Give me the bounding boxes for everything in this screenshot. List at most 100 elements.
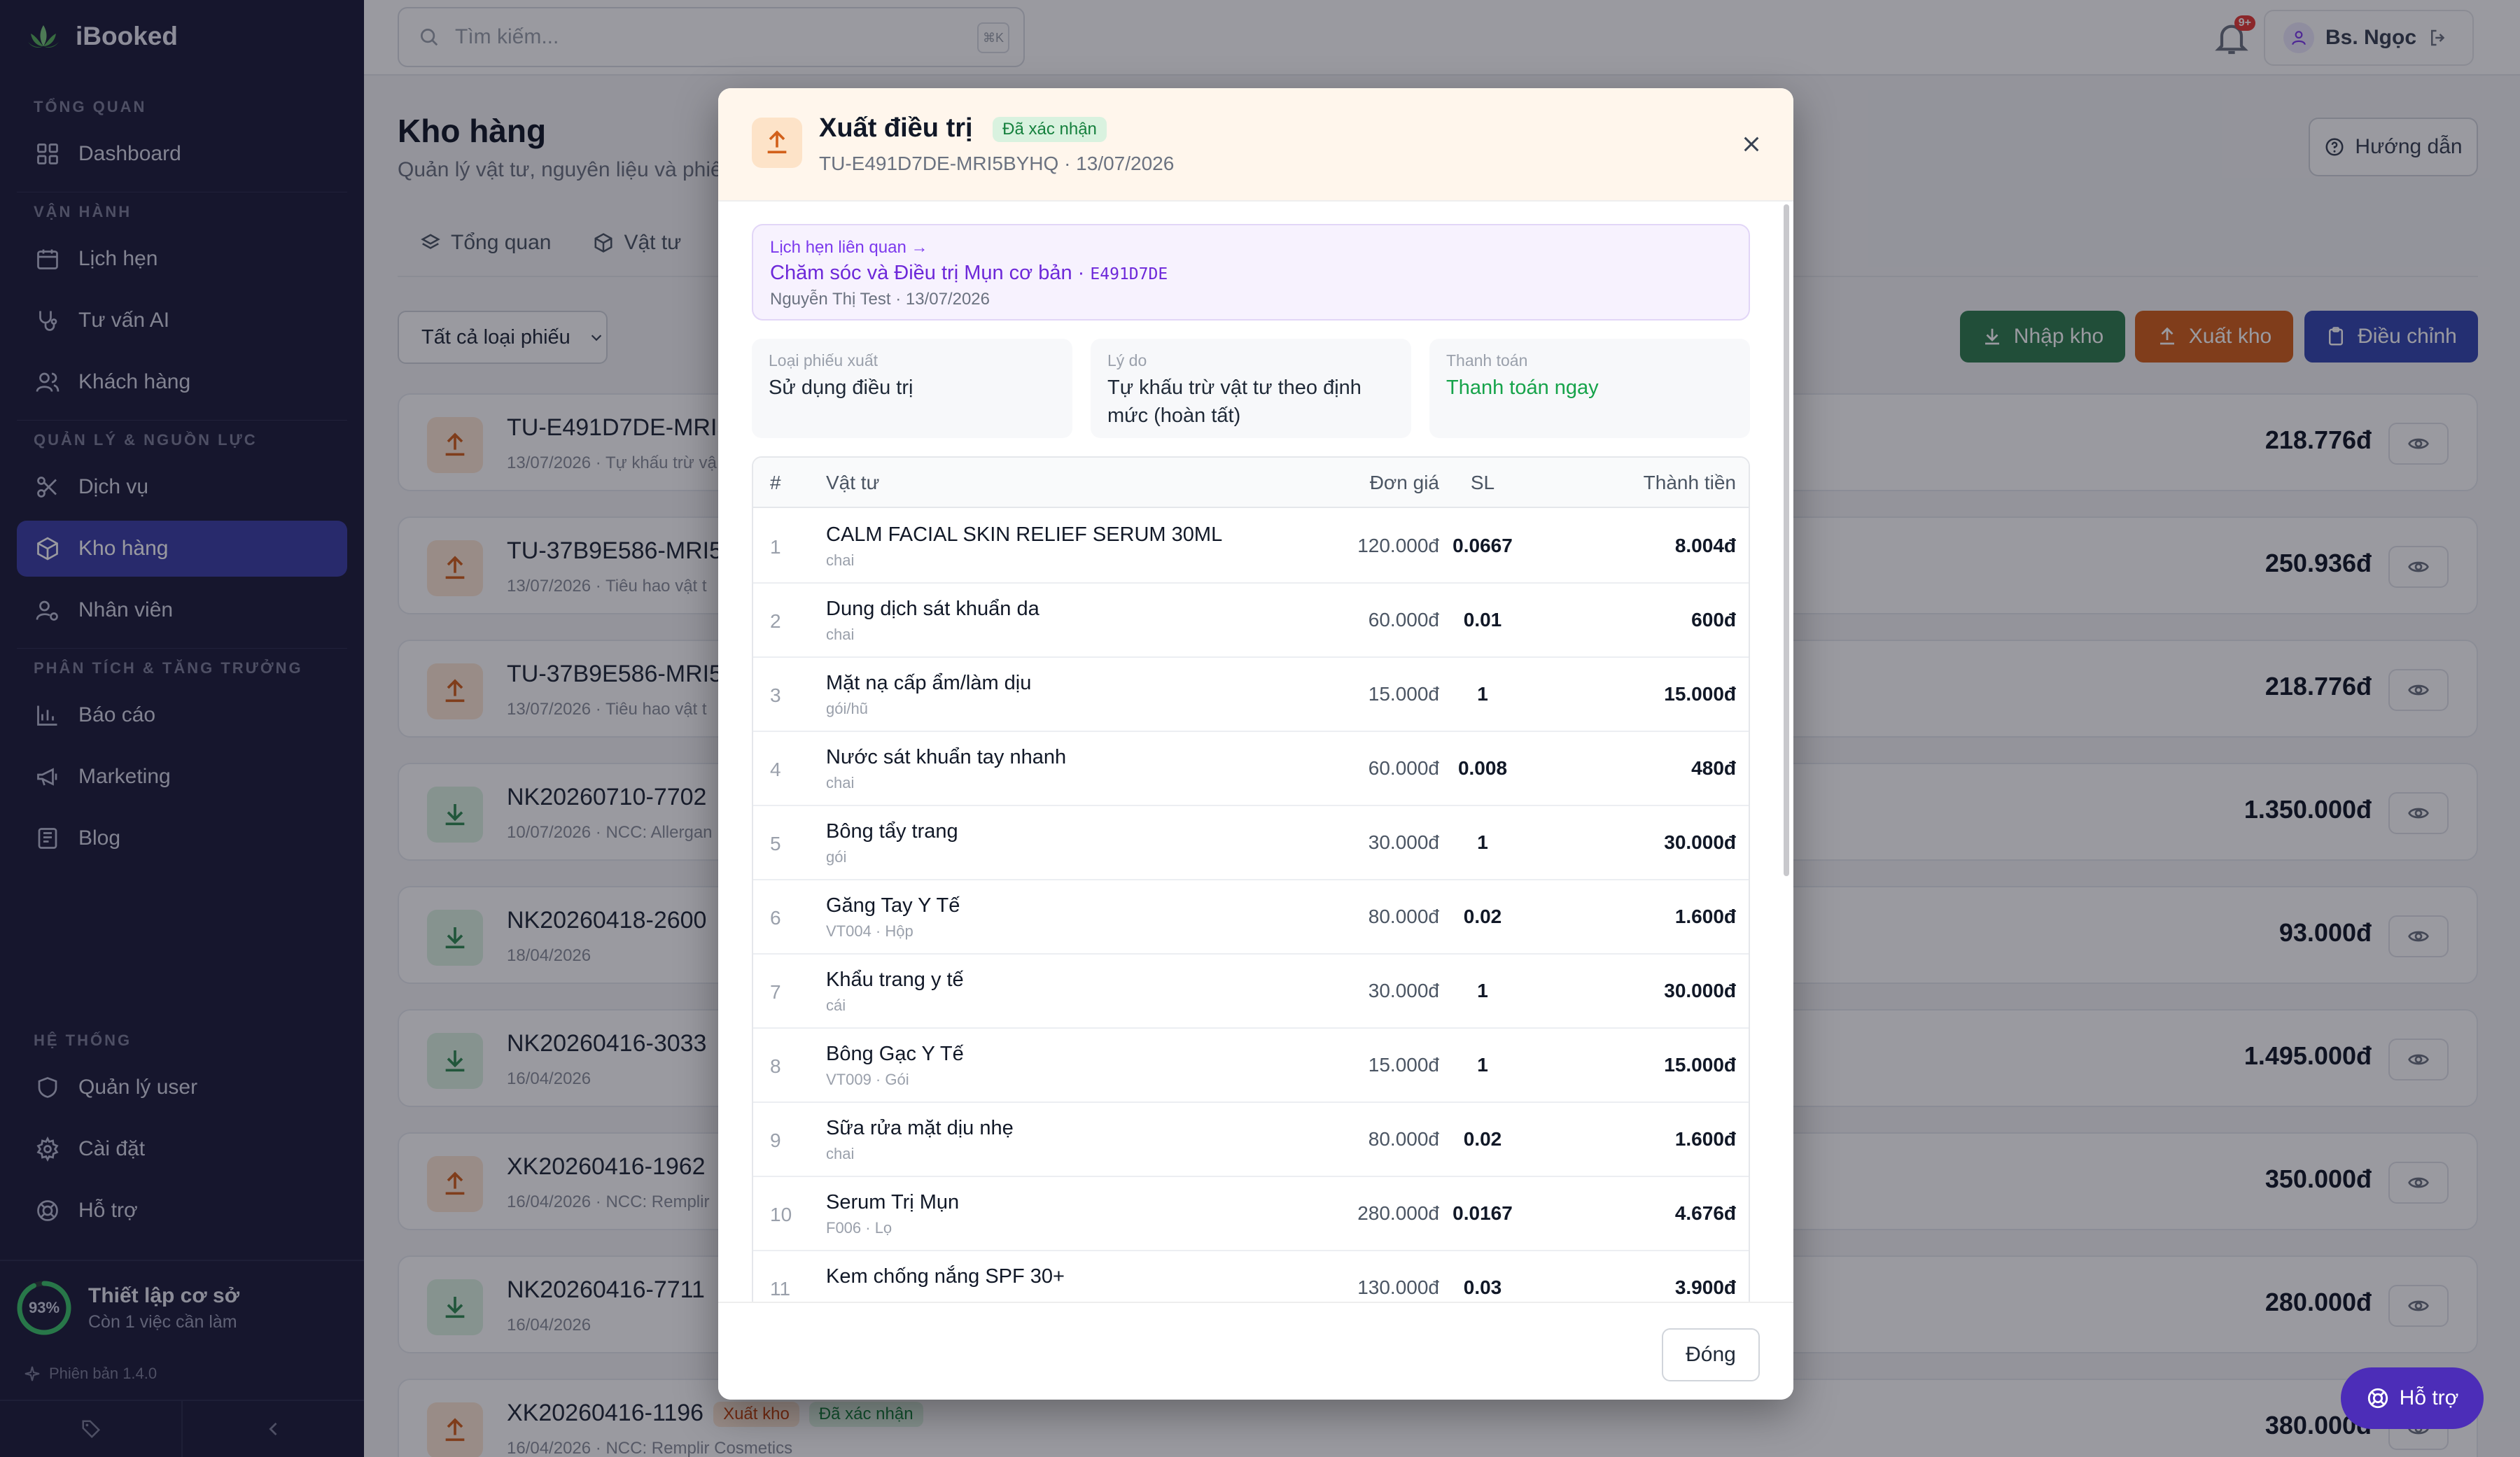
table-row: 9 Sữa rửa mặt dịu nhẹ chai 80.000đ 0.02 1.600… (753, 1103, 1749, 1177)
item-name: Mặt nạ cấp ẩm/làm dịu (826, 672, 1032, 694)
close-icon (1744, 136, 1759, 152)
table-row: 3 Mặt nạ cấp ẩm/làm dịu gói/hũ 15.000đ 1 15.0… (753, 658, 1749, 732)
payment-value: Thanh toán ngay (1446, 376, 1599, 399)
modal-scrollbar[interactable] (1784, 204, 1789, 876)
item-quantity: 0.0167 (1452, 1202, 1513, 1224)
item-quantity: 0.03 (1463, 1276, 1502, 1298)
item-unit: chai (826, 626, 855, 643)
info-card-export-type: Loại phiếu xuất Sử dụng điều trị (752, 339, 1072, 438)
items-table-header: # Vật tư Đơn giá SL Thành tiền (753, 458, 1749, 508)
item-total: 30.000đ (1664, 831, 1736, 853)
appointment-code: E491D7DE (1090, 265, 1168, 283)
appointment-service-name: Chăm sóc và Điều trị Mụn cơ bản · (770, 262, 1091, 284)
reason-value: Tự khấu trừ vật tư theo định mức (hoàn t… (1107, 376, 1362, 427)
app-root: iBooked 93% Thiết lập cơ sở Còn 1 việc c… (0, 0, 2520, 1457)
payment-label: Thanh toán (1446, 351, 1528, 369)
item-unit-price: 60.000đ (1368, 609, 1439, 631)
item-name: Dung dịch sát khuẩn da (826, 598, 1040, 620)
appointment-patient: Nguyễn Thị Test · 13/07/2026 (770, 290, 990, 309)
support-label: Hỗ trợ (2399, 1386, 2459, 1409)
table-row: 2 Dung dịch sát khuẩn da chai 60.000đ 0.01 60… (753, 584, 1749, 658)
item-unit-price: 30.000đ (1368, 980, 1439, 1001)
modal-body: Lịch hẹn liên quan → Chăm sóc và Điều tr… (718, 202, 1793, 1390)
table-row: 1 CALM FACIAL SKIN RELIEF SERUM 30ML chai 1… (753, 509, 1749, 584)
close-button[interactable]: Đóng (1662, 1328, 1760, 1381)
item-total: 8.004đ (1674, 535, 1736, 556)
item-quantity: 0.02 (1463, 906, 1502, 927)
row-index: 8 (770, 1055, 781, 1077)
item-name: Găng Tay Y Tế (826, 894, 960, 917)
export-type-value: Sử dụng điều trị (769, 376, 913, 399)
item-total: 1.600đ (1674, 1128, 1736, 1150)
info-card-payment: Thanh toán Thanh toán ngay (1429, 339, 1750, 438)
items-table: # Vật tư Đơn giá SL Thành tiền 1 CALM FAC… (752, 456, 1750, 1390)
modal-close-button[interactable] (1737, 130, 1765, 158)
item-total: 600đ (1691, 609, 1736, 631)
item-unit: F006 · Lọ (826, 1219, 892, 1237)
export-type-label: Loại phiếu xuất (769, 351, 878, 369)
row-index: 11 (770, 1278, 791, 1300)
related-appointment-card[interactable]: Lịch hẹn liên quan → Chăm sóc và Điều tr… (752, 224, 1750, 321)
item-unit: chai (826, 774, 855, 791)
item-unit-price: 280.000đ (1357, 1202, 1439, 1224)
item-unit-price: 60.000đ (1368, 757, 1439, 779)
item-total: 15.000đ (1664, 1054, 1736, 1076)
item-unit: VT004 · Hộp (826, 922, 913, 940)
item-total: 15.000đ (1664, 683, 1736, 705)
row-index: 7 (770, 981, 781, 1003)
item-total: 480đ (1691, 757, 1736, 779)
table-row: 6 Găng Tay Y Tế VT004 · Hộp 80.000đ 0.02 1.60… (753, 880, 1749, 955)
appointment-service: Chăm sóc và Điều trị Mụn cơ bản · E491D7… (770, 262, 1168, 285)
item-unit-price: 15.000đ (1368, 1054, 1439, 1076)
reason-label: Lý do (1107, 351, 1147, 369)
item-quantity: 1 (1477, 980, 1488, 1001)
item-name: Khẩu trang y tế (826, 969, 964, 991)
item-unit: VT009 · Gói (826, 1071, 909, 1088)
item-unit-price: 80.000đ (1368, 906, 1439, 927)
header-total: Thành tiền (1643, 472, 1736, 493)
header-index: # (770, 472, 781, 493)
item-quantity: 0.01 (1463, 609, 1502, 631)
header-unit-price: Đơn giá (1369, 472, 1439, 493)
item-unit: chai (826, 1145, 855, 1162)
item-quantity: 0.02 (1463, 1128, 1502, 1150)
row-index: 10 (770, 1204, 792, 1225)
header-quantity: SL (1470, 472, 1495, 493)
row-index: 9 (770, 1129, 781, 1151)
item-name: Serum Trị Mụn (826, 1191, 960, 1213)
upload-icon (767, 130, 787, 154)
header-item: Vật tư (826, 472, 880, 493)
row-index: 3 (770, 684, 781, 706)
item-quantity: 0.008 (1457, 757, 1508, 779)
modal-header: Xuất điều trị Đã xác nhận TU-E491D7DE-MR… (718, 88, 1793, 202)
item-unit: chai (826, 551, 855, 569)
table-row: 4 Nước sát khuẩn tay nhanh chai 60.000đ 0.00… (753, 732, 1749, 806)
modal-header-icon (752, 118, 802, 168)
item-unit: cái (826, 997, 846, 1014)
item-unit-price: 120.000đ (1357, 535, 1439, 556)
item-unit: gói/hũ (826, 700, 868, 717)
item-name: CALM FACIAL SKIN RELIEF SERUM 30ML (826, 523, 1223, 546)
row-index: 4 (770, 759, 781, 780)
support-chat-button[interactable]: Hỗ trợ (2341, 1367, 2484, 1429)
table-row: 5 Bông tẩy trang gói 30.000đ 1 30.000đ (753, 806, 1749, 880)
item-name: Kem chống nắng SPF 30+ (826, 1265, 1065, 1288)
item-name: Bông tẩy trang (826, 820, 958, 843)
item-quantity: 1 (1477, 683, 1488, 705)
status-badge: Đã xác nhận (993, 116, 1107, 142)
modal-title: Xuất điều trị (819, 113, 973, 143)
item-total: 1.600đ (1674, 906, 1736, 927)
modal-subtitle: TU-E491D7DE-MRI5BYHQ · 13/07/2026 (819, 153, 1175, 174)
item-name: Bông Gạc Y Tế (826, 1043, 964, 1065)
lifebuoy-icon (2367, 1388, 2388, 1409)
item-quantity: 1 (1477, 1054, 1488, 1076)
item-unit-price: 15.000đ (1368, 683, 1439, 705)
row-index: 2 (770, 610, 781, 632)
table-row: 7 Khẩu trang y tế cái 30.000đ 1 30.000đ (753, 955, 1749, 1029)
item-unit-price: 130.000đ (1357, 1276, 1439, 1298)
related-appointment-link[interactable]: Lịch hẹn liên quan → (770, 238, 928, 258)
item-unit-price: 30.000đ (1368, 831, 1439, 853)
row-index: 1 (770, 536, 781, 558)
item-unit: gói (826, 848, 847, 866)
modal-footer: Đóng (718, 1302, 1793, 1400)
